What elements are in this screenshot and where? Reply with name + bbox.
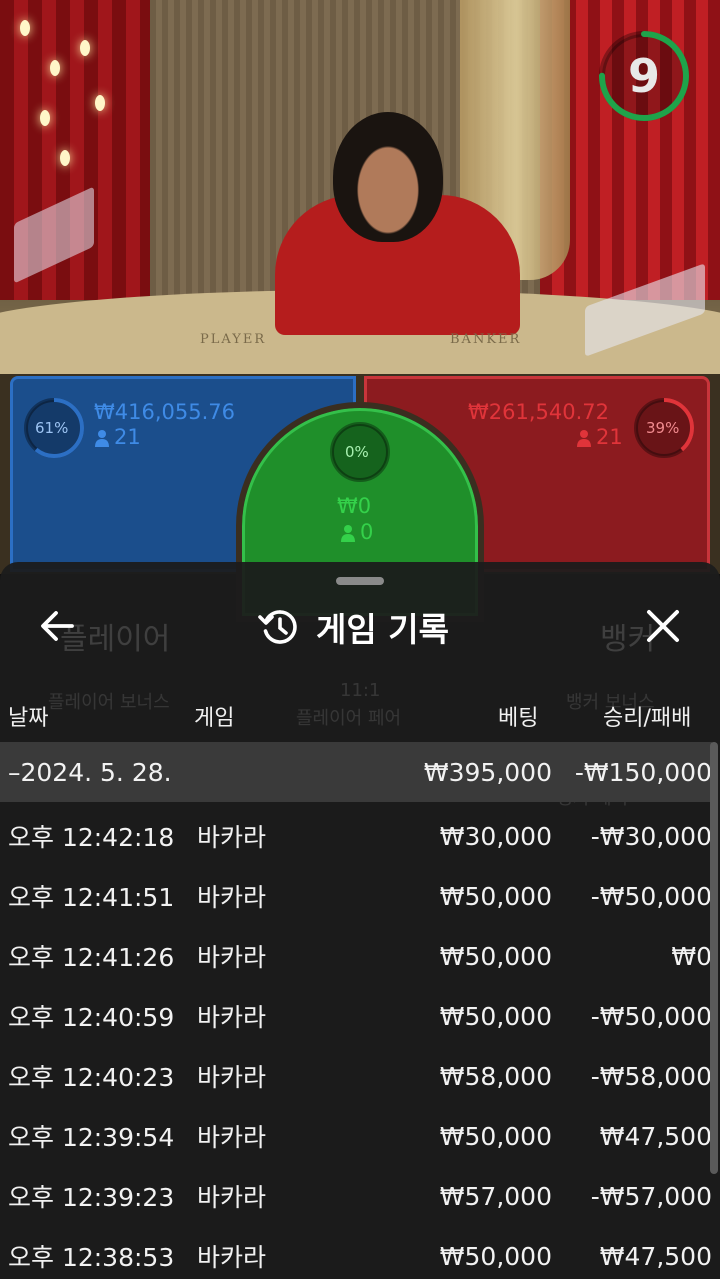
summary-date: –2024. 5. 28. bbox=[8, 757, 172, 787]
row-time: 오후 12:39:23 bbox=[8, 1183, 175, 1212]
banker-percent: 39% bbox=[646, 419, 680, 437]
row-time: 오후 12:41:26 bbox=[8, 943, 175, 972]
row-result: ₩47,500 bbox=[599, 1241, 712, 1271]
history-row[interactable]: 오후 12:42:18 바카라 ₩30,000 -₩30,000 bbox=[0, 806, 712, 866]
row-bet: ₩50,000 bbox=[439, 941, 552, 971]
row-game: 바카라 bbox=[197, 1123, 267, 1152]
betting-area: 61% ₩416,055.76 21 39% ₩261,540.72 21 0%… bbox=[0, 374, 720, 622]
lamp bbox=[50, 60, 60, 76]
person-icon bbox=[341, 525, 355, 542]
row-game: 바카라 bbox=[197, 1243, 267, 1272]
sheet-title-text: 게임 기록 bbox=[316, 610, 449, 649]
banker-bettor-count: 21 bbox=[576, 425, 623, 449]
summary-result: -₩150,000 bbox=[574, 757, 712, 787]
row-result: -₩50,000 bbox=[590, 1001, 712, 1031]
row-bet: ₩50,000 bbox=[439, 1001, 552, 1031]
tie-percent: 0% bbox=[345, 443, 369, 461]
banker-total-bet: ₩261,540.72 bbox=[468, 400, 610, 424]
row-result: -₩30,000 bbox=[590, 821, 712, 851]
player-percent: 61% bbox=[35, 419, 69, 437]
date-summary-row[interactable]: –2024. 5. 28. ₩395,000 -₩150,000 bbox=[0, 742, 712, 802]
person-icon bbox=[95, 430, 109, 447]
row-time: 오후 12:39:54 bbox=[8, 1123, 175, 1152]
row-result: -₩58,000 bbox=[590, 1061, 712, 1091]
lamp bbox=[40, 110, 50, 126]
dealer-head bbox=[333, 112, 443, 242]
bg-player-bonus-label: 플레이어 보너스 bbox=[48, 692, 170, 713]
person-icon bbox=[577, 430, 591, 447]
back-arrow-icon[interactable] bbox=[38, 606, 78, 646]
row-result: -₩50,000 bbox=[590, 881, 712, 911]
row-result: ₩47,500 bbox=[599, 1121, 712, 1151]
history-icon bbox=[258, 610, 297, 644]
sheet-drag-handle[interactable] bbox=[336, 577, 384, 585]
history-row[interactable]: 오후 12:41:26 바카라 ₩50,000 ₩0 bbox=[0, 926, 712, 986]
lamp bbox=[20, 20, 30, 36]
row-game: 바카라 bbox=[197, 1183, 267, 1212]
column-header-game: 게임 bbox=[194, 706, 235, 731]
player-total-bet: ₩416,055.76 bbox=[94, 400, 236, 424]
history-row[interactable]: 오후 12:39:23 바카라 ₩57,000 -₩57,000 bbox=[0, 1166, 712, 1226]
round-timer: 9 bbox=[596, 26, 692, 130]
row-time: 오후 12:40:23 bbox=[8, 1063, 175, 1092]
row-game: 바카라 bbox=[197, 883, 267, 912]
timer-value: 9 bbox=[627, 49, 660, 103]
row-bet: ₩50,000 bbox=[439, 881, 552, 911]
row-game: 바카라 bbox=[197, 1063, 267, 1092]
lamp bbox=[80, 40, 90, 56]
column-header-bet: 베팅 bbox=[498, 706, 539, 731]
tie-bettor-count-value: 0 bbox=[360, 520, 374, 544]
row-time: 오후 12:38:53 bbox=[8, 1243, 175, 1272]
row-bet: ₩58,000 bbox=[439, 1061, 552, 1091]
lamp bbox=[60, 150, 70, 166]
bg-player-pair-ratio: 11:1 bbox=[340, 680, 381, 701]
history-scrollbar[interactable] bbox=[710, 742, 718, 1174]
tie-total-bet: ₩0 bbox=[337, 494, 372, 518]
row-time: 오후 12:41:51 bbox=[8, 883, 175, 912]
history-row[interactable]: 오후 12:40:23 바카라 ₩58,000 -₩58,000 bbox=[0, 1046, 712, 1106]
tie-bettor-count: 0 bbox=[340, 520, 373, 544]
row-result: ₩0 bbox=[671, 941, 712, 971]
player-bettor-count-value: 21 bbox=[114, 425, 141, 449]
column-header-date: 날짜 bbox=[8, 706, 49, 731]
lamp bbox=[95, 95, 105, 111]
table-label-banker: BANKER bbox=[450, 332, 522, 347]
row-bet: ₩50,000 bbox=[439, 1241, 552, 1271]
banker-bettor-count-value: 21 bbox=[596, 425, 623, 449]
table-label-player: PLAYER bbox=[200, 332, 267, 347]
summary-bet: ₩395,000 bbox=[423, 757, 552, 787]
player-bettor-count: 21 bbox=[94, 425, 141, 449]
history-row[interactable]: 오후 12:38:53 바카라 ₩50,000 ₩47,500 bbox=[0, 1226, 712, 1279]
sheet-title: 게임 기록 bbox=[258, 602, 449, 652]
row-time: 오후 12:40:59 bbox=[8, 1003, 175, 1032]
row-game: 바카라 bbox=[197, 1003, 267, 1032]
row-game: 바카라 bbox=[197, 943, 267, 972]
row-time: 오후 12:42:18 bbox=[8, 823, 175, 852]
row-result: -₩57,000 bbox=[590, 1181, 712, 1211]
row-bet: ₩50,000 bbox=[439, 1121, 552, 1151]
row-game: 바카라 bbox=[197, 823, 267, 852]
history-row[interactable]: 오후 12:40:59 바카라 ₩50,000 -₩50,000 bbox=[0, 986, 712, 1046]
history-row[interactable]: 오후 12:41:51 바카라 ₩50,000 -₩50,000 bbox=[0, 866, 712, 926]
close-icon[interactable] bbox=[643, 606, 683, 646]
row-bet: ₩30,000 bbox=[439, 821, 552, 851]
row-bet: ₩57,000 bbox=[439, 1181, 552, 1211]
history-row[interactable]: 오후 12:39:54 바카라 ₩50,000 ₩47,500 bbox=[0, 1106, 712, 1166]
bg-player-pair-label: 플레이어 페어 bbox=[296, 708, 402, 729]
column-header-result: 승리/패배 bbox=[603, 706, 692, 731]
